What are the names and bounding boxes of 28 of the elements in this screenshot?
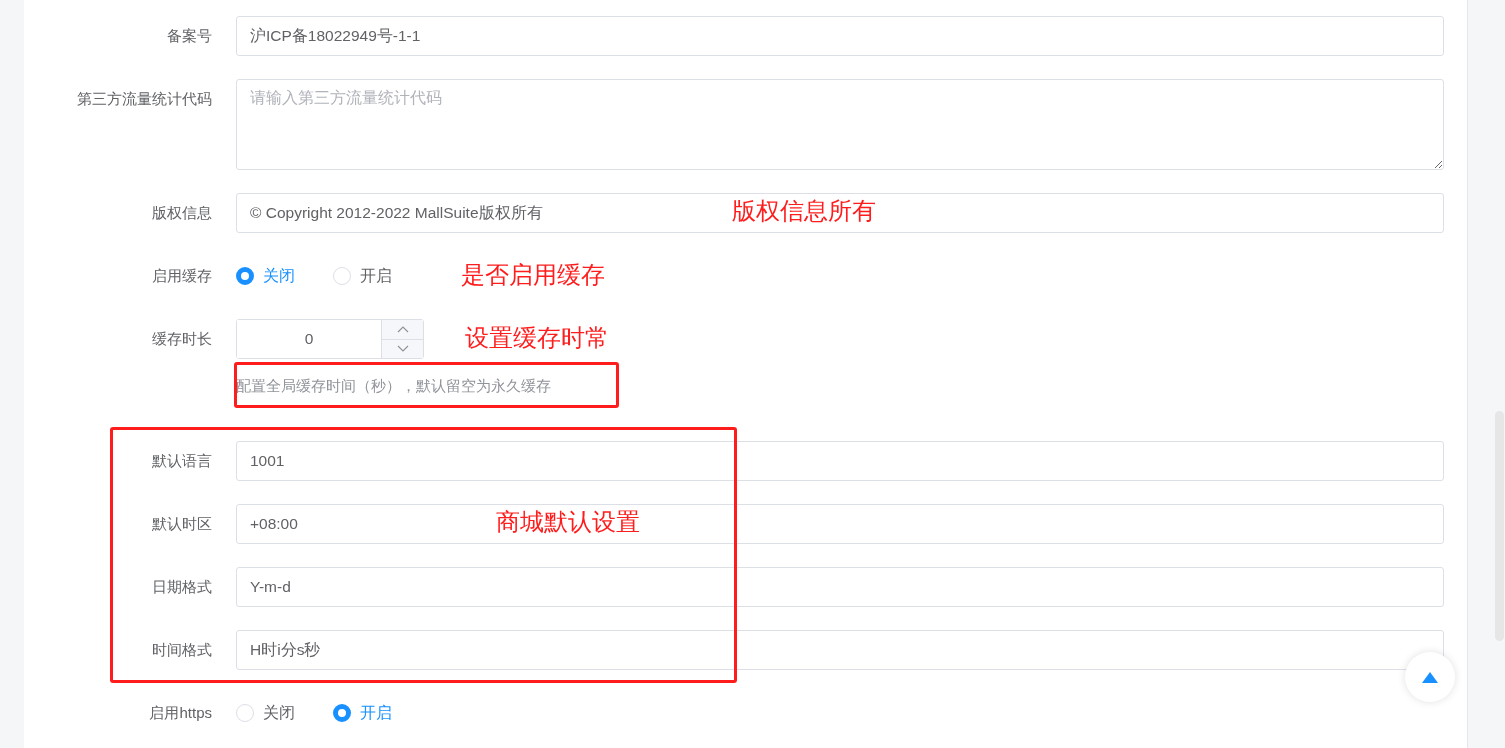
triangle-up-icon [1422,671,1438,683]
field-label: 启用https [148,703,212,723]
field-label: 第三方流量统计代码 [76,89,212,109]
chevron-down-icon [396,345,409,353]
annotation-text: 设置缓存时常 [465,324,609,353]
radio-option[interactable]: 开启 [333,264,392,288]
field-label: 默认时区 [151,514,212,534]
field-label: 启用缓存 [151,266,212,286]
annotation-text: 是否启用缓存 [461,261,605,290]
text-field[interactable]: H时i分s秒 [236,630,1444,670]
radio-option[interactable]: 关闭 [236,264,295,288]
number-field[interactable]: 0 [236,319,424,359]
annotation-text: 版权信息所有 [732,197,876,226]
radio-option[interactable]: 关闭 [236,701,295,725]
field-label: 时间格式 [151,640,212,660]
text-field[interactable]: Y-m-d [236,567,1444,607]
hint-text: 配置全局缓存时间（秒），默认留空为永久缓存 [236,376,551,396]
field-label: 默认语言 [151,451,212,471]
field-label: 版权信息 [151,203,212,223]
text-area[interactable]: 请输入第三方流量统计代码 [236,79,1444,170]
field-label: 备案号 [166,26,212,46]
text-field[interactable]: 1001 [236,441,1444,481]
text-field[interactable]: 沪ICP备18022949号-1-1 [236,16,1444,56]
radio-option[interactable]: 开启 [333,701,392,725]
chevron-up-icon [396,325,409,333]
field-label: 缓存时长 [151,329,212,349]
annotation-text: 商城默认设置 [496,508,640,537]
field-label: 日期格式 [151,577,212,597]
